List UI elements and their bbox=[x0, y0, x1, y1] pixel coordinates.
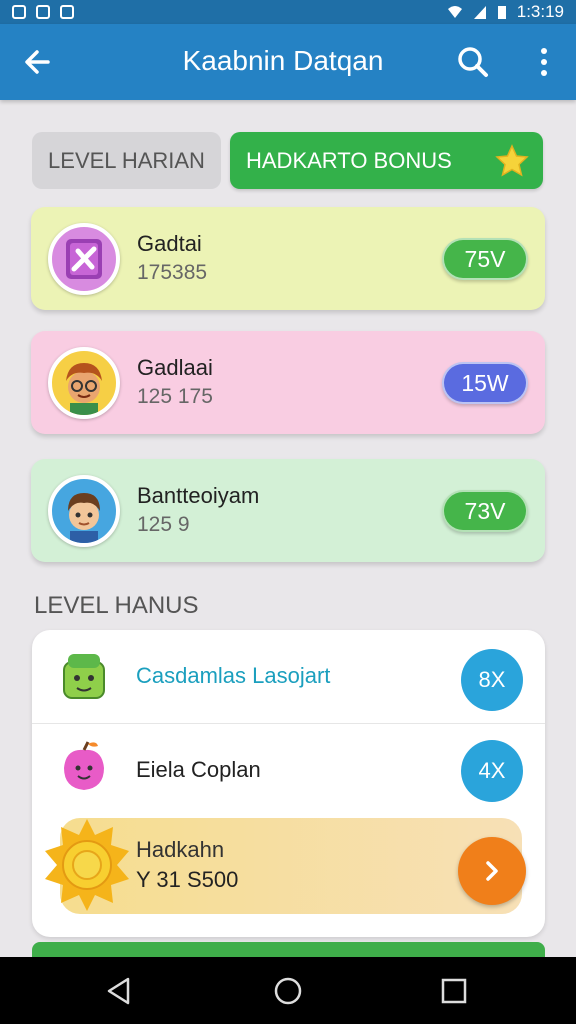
player-name: Bantteoiyam bbox=[137, 483, 260, 508]
status-notifications bbox=[12, 5, 74, 19]
avatar bbox=[48, 475, 120, 547]
boy-avatar-icon bbox=[68, 493, 100, 543]
player-card[interactable]: Bantteoiyam 125 9 73V bbox=[31, 459, 545, 562]
status-bar: 1:3:19 bbox=[0, 0, 576, 24]
section-title: LEVEL HANUS bbox=[34, 592, 199, 619]
list-item-label: Casdamlas Lasojart bbox=[136, 663, 331, 688]
level-badge[interactable]: 15W bbox=[442, 362, 528, 404]
player-card[interactable]: Gadtai 175385 75V bbox=[31, 207, 545, 310]
nav-back-icon[interactable] bbox=[104, 976, 134, 1006]
status-time: 1:3:19 bbox=[516, 2, 564, 21]
system-nav-bar bbox=[0, 957, 576, 1024]
star-icon bbox=[495, 144, 529, 177]
avatar bbox=[48, 223, 120, 295]
level-badge[interactable]: 75V bbox=[442, 238, 528, 280]
tab-label: LEVEL HARIAN bbox=[48, 147, 205, 173]
message-icon bbox=[36, 5, 50, 19]
multiplier-badge[interactable]: 4X bbox=[461, 740, 523, 802]
game-card-icon bbox=[66, 239, 102, 279]
tab-level-harian[interactable]: LEVEL HARIAN bbox=[32, 132, 221, 189]
list-item-label: Eiela Coplan bbox=[136, 757, 261, 782]
boy-glasses-avatar-icon bbox=[66, 363, 102, 415]
more-options-button[interactable] bbox=[530, 44, 558, 80]
level-badge[interactable]: 73V bbox=[442, 490, 528, 532]
nav-recents-icon[interactable] bbox=[440, 977, 468, 1005]
player-name: Gadlaai bbox=[137, 355, 213, 380]
status-system: 1:3:19 bbox=[447, 2, 564, 22]
tab-bonus[interactable]: HADKARTO BONUS bbox=[230, 132, 543, 189]
player-card[interactable]: Gadlaai 125 175 15W bbox=[31, 331, 545, 434]
search-icon bbox=[458, 47, 488, 77]
player-score: 125 175 bbox=[137, 385, 213, 408]
bonus-value: Y 31 S500 bbox=[136, 867, 239, 892]
green-robot-icon bbox=[63, 654, 105, 699]
mail-icon bbox=[60, 5, 74, 19]
bonus-title: Hadkahn bbox=[136, 837, 225, 862]
notification-icon bbox=[12, 5, 26, 19]
pink-fruit-icon bbox=[64, 741, 104, 790]
level-list: Casdamlas Lasojart 8X Eiela Coplan 4X Ha… bbox=[32, 630, 545, 937]
nav-home-icon[interactable] bbox=[272, 975, 304, 1007]
go-button[interactable] bbox=[458, 837, 526, 905]
sun-coin-icon bbox=[45, 819, 129, 911]
multiplier-badge[interactable]: 8X bbox=[461, 649, 523, 711]
avatar bbox=[48, 347, 120, 419]
player-score: 125 9 bbox=[137, 513, 190, 536]
search-button[interactable] bbox=[455, 44, 491, 80]
next-card-peek[interactable] bbox=[32, 942, 545, 958]
player-score: 175385 bbox=[137, 261, 208, 284]
battery-icon bbox=[497, 6, 506, 19]
divider bbox=[32, 723, 545, 724]
signal-icon bbox=[473, 6, 486, 19]
tab-label: HADKARTO BONUS bbox=[246, 147, 452, 173]
app-bar: Kaabnin Datqan bbox=[0, 24, 576, 100]
player-name: Gadtai bbox=[137, 231, 202, 256]
chevron-right-icon bbox=[486, 861, 498, 881]
wifi-icon bbox=[447, 6, 462, 18]
more-vert-icon bbox=[541, 48, 547, 54]
